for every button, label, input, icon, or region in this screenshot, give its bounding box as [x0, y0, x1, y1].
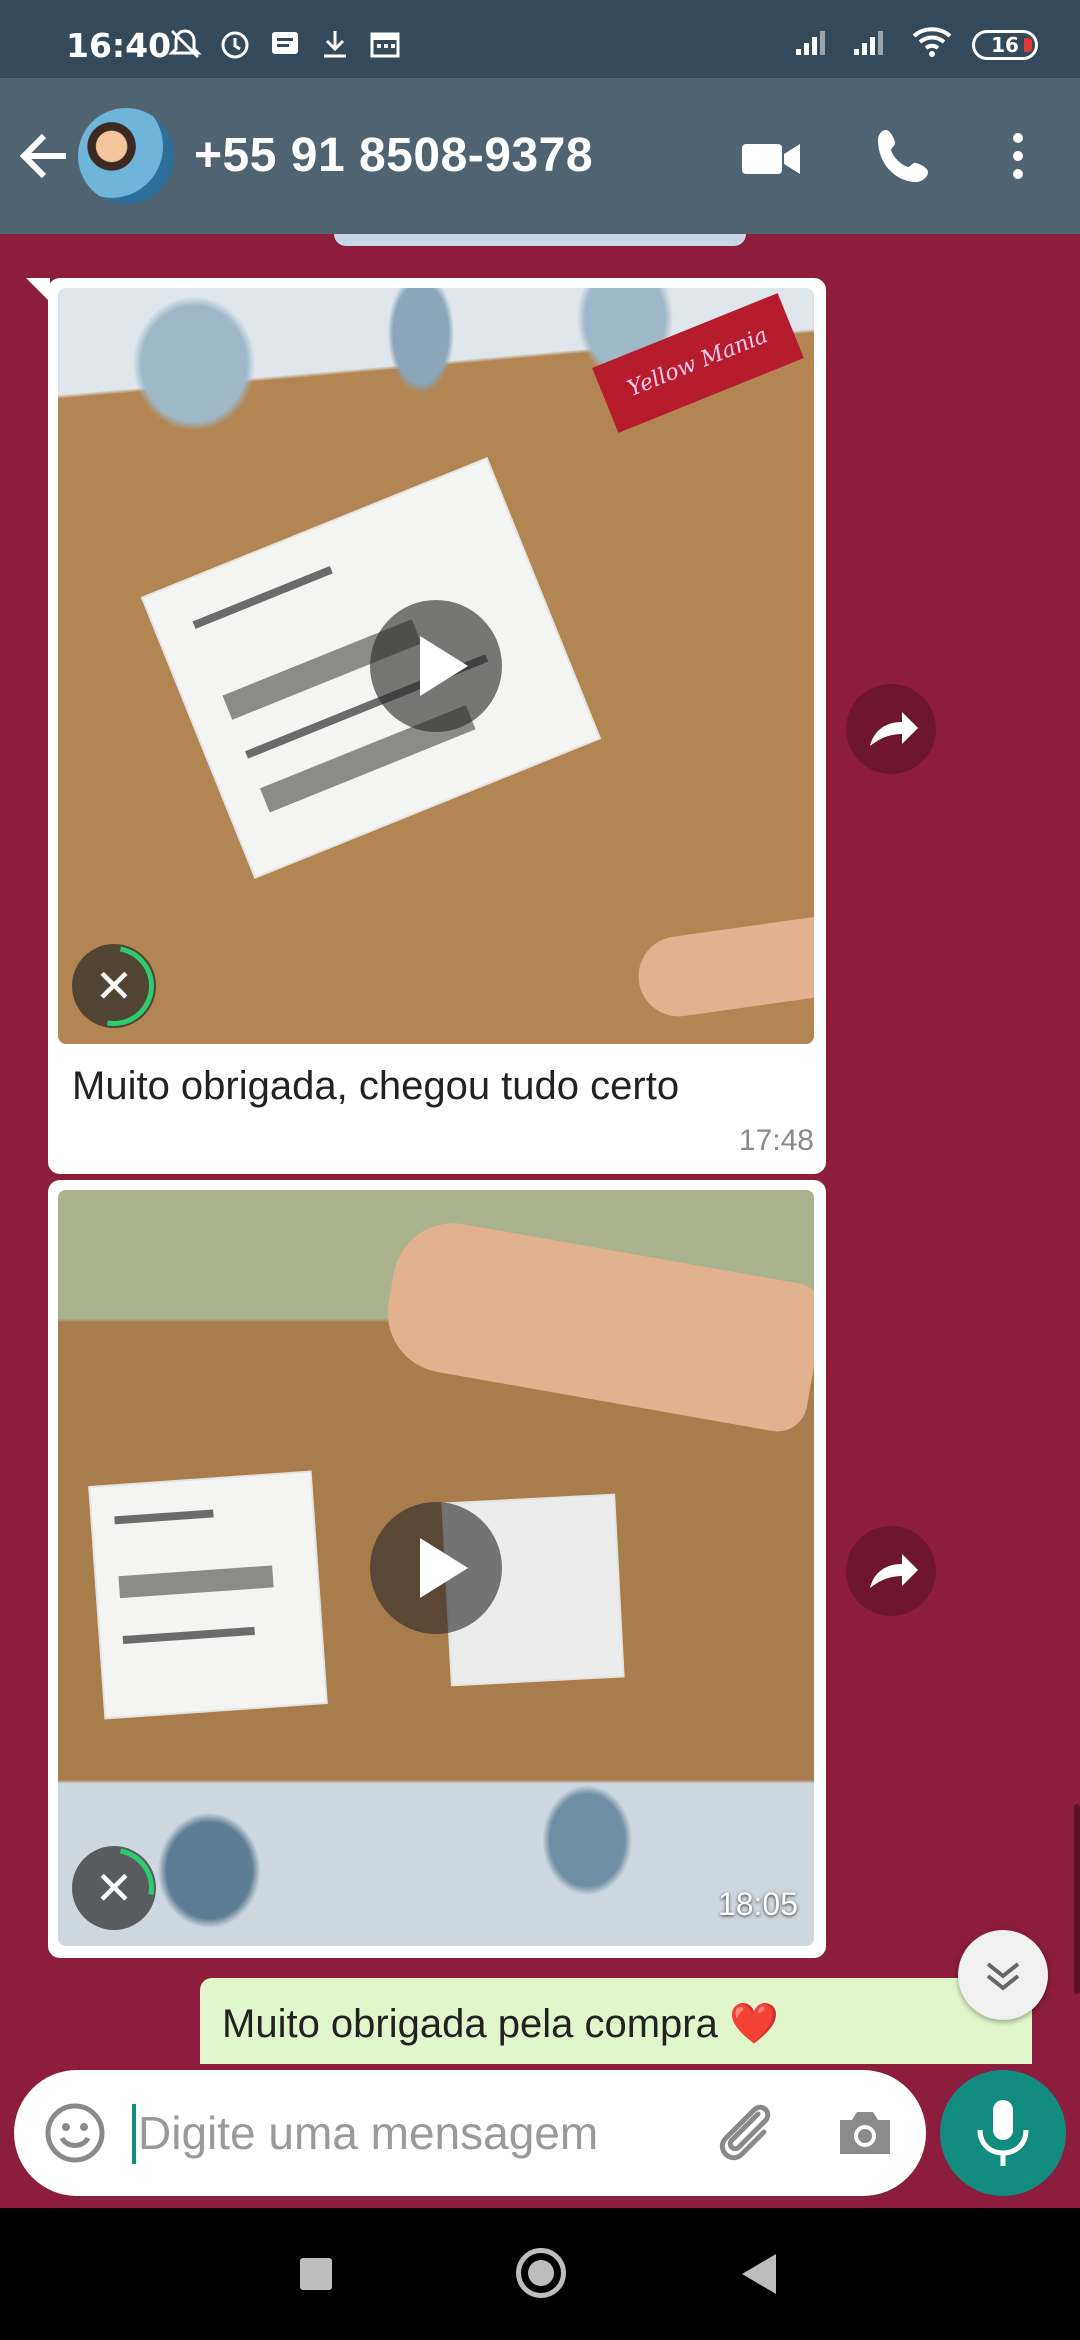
phone-icon — [878, 130, 928, 182]
status-time: 16:40 — [66, 26, 172, 65]
incoming-video-message[interactable]: ✕ 18:05 — [48, 1180, 826, 1958]
message-caption: Muito obrigada, chegou tudo certo — [72, 1064, 680, 1108]
text-cursor — [132, 2104, 136, 2164]
message-icon — [268, 28, 302, 60]
previous-message-edge — [334, 234, 746, 246]
camera-icon — [840, 2112, 890, 2154]
heart-emoji: ❤️ — [728, 2002, 779, 2046]
status-bar: 16:40 16 — [0, 0, 1080, 78]
outgoing-text-message[interactable]: Muito obrigada pela compra ❤️ — [200, 1978, 1032, 2064]
forward-button[interactable] — [846, 684, 936, 774]
avatar[interactable] — [78, 108, 174, 204]
back-button[interactable] — [14, 120, 78, 192]
voice-message-button[interactable] — [940, 2070, 1066, 2196]
message-time: 18:05 — [717, 1886, 798, 1922]
paperclip-icon — [719, 2104, 771, 2161]
voice-call-button[interactable] — [872, 124, 936, 188]
forward-button[interactable] — [846, 1526, 936, 1616]
scrollbar[interactable] — [1074, 1804, 1080, 1994]
chevron-double-down-icon — [986, 1962, 1020, 1991]
notification-icons — [168, 28, 402, 60]
message-time: 17:48 — [738, 1124, 814, 1157]
recents-button[interactable] — [300, 2258, 332, 2290]
microphone-icon — [977, 2100, 1029, 2166]
download-icon — [318, 28, 352, 60]
more-menu-button[interactable] — [996, 124, 1040, 188]
chat-area[interactable]: Yellow Mania ✕ Muito obrigada, chegou tu… — [0, 234, 1080, 2064]
cancel-download-button[interactable]: ✕ — [58, 1832, 170, 1944]
system-navigation-bar — [0, 2208, 1080, 2340]
message-composer — [14, 2070, 926, 2196]
close-icon: ✕ — [94, 959, 134, 1013]
message-text-body: Muito obrigada pela compra — [222, 2002, 718, 2046]
shipping-label — [90, 1472, 326, 1718]
scroll-to-bottom-button[interactable] — [958, 1930, 1048, 2020]
emoji-button[interactable] — [42, 2100, 108, 2166]
calendar-icon — [368, 28, 402, 60]
brand-tag: Yellow Mania — [592, 293, 804, 433]
chat-header: +55 91 8508-9378 — [0, 78, 1080, 234]
video-thumbnail[interactable]: ✕ 18:05 — [58, 1190, 814, 1946]
forward-icon — [870, 712, 918, 746]
alarm-icon — [218, 28, 252, 60]
home-button[interactable] — [516, 2248, 566, 2298]
more-vertical-icon — [1013, 133, 1023, 179]
video-camera-icon — [742, 144, 800, 174]
hand-image — [633, 914, 814, 1022]
forward-icon — [870, 1554, 918, 1588]
play-button[interactable] — [370, 1502, 502, 1634]
signal-icon — [852, 27, 892, 62]
hand-image — [378, 1213, 814, 1437]
message-text: Muito obrigada pela compra ❤️ — [222, 2000, 779, 2047]
camera-button[interactable] — [834, 2102, 896, 2162]
video-call-button[interactable] — [740, 128, 802, 188]
play-button[interactable] — [370, 600, 502, 732]
incoming-video-message[interactable]: Yellow Mania ✕ Muito obrigada, chegou tu… — [26, 278, 826, 1174]
attach-button[interactable] — [714, 2100, 780, 2166]
close-icon: ✕ — [94, 1861, 134, 1915]
system-back-button[interactable] — [742, 2254, 776, 2294]
wifi-icon — [910, 26, 954, 63]
battery-icon: 16 — [972, 29, 1038, 60]
video-thumbnail[interactable]: Yellow Mania ✕ — [58, 288, 814, 1044]
message-input[interactable] — [138, 2100, 698, 2166]
contact-name[interactable]: +55 91 8508-9378 — [194, 128, 593, 183]
smiley-icon — [45, 2103, 105, 2163]
signal-icon — [794, 27, 834, 62]
bell-muted-icon — [168, 28, 202, 60]
cancel-download-button[interactable]: ✕ — [58, 930, 170, 1042]
arrow-left-icon — [19, 133, 66, 179]
system-icons: 16 — [794, 26, 1038, 63]
